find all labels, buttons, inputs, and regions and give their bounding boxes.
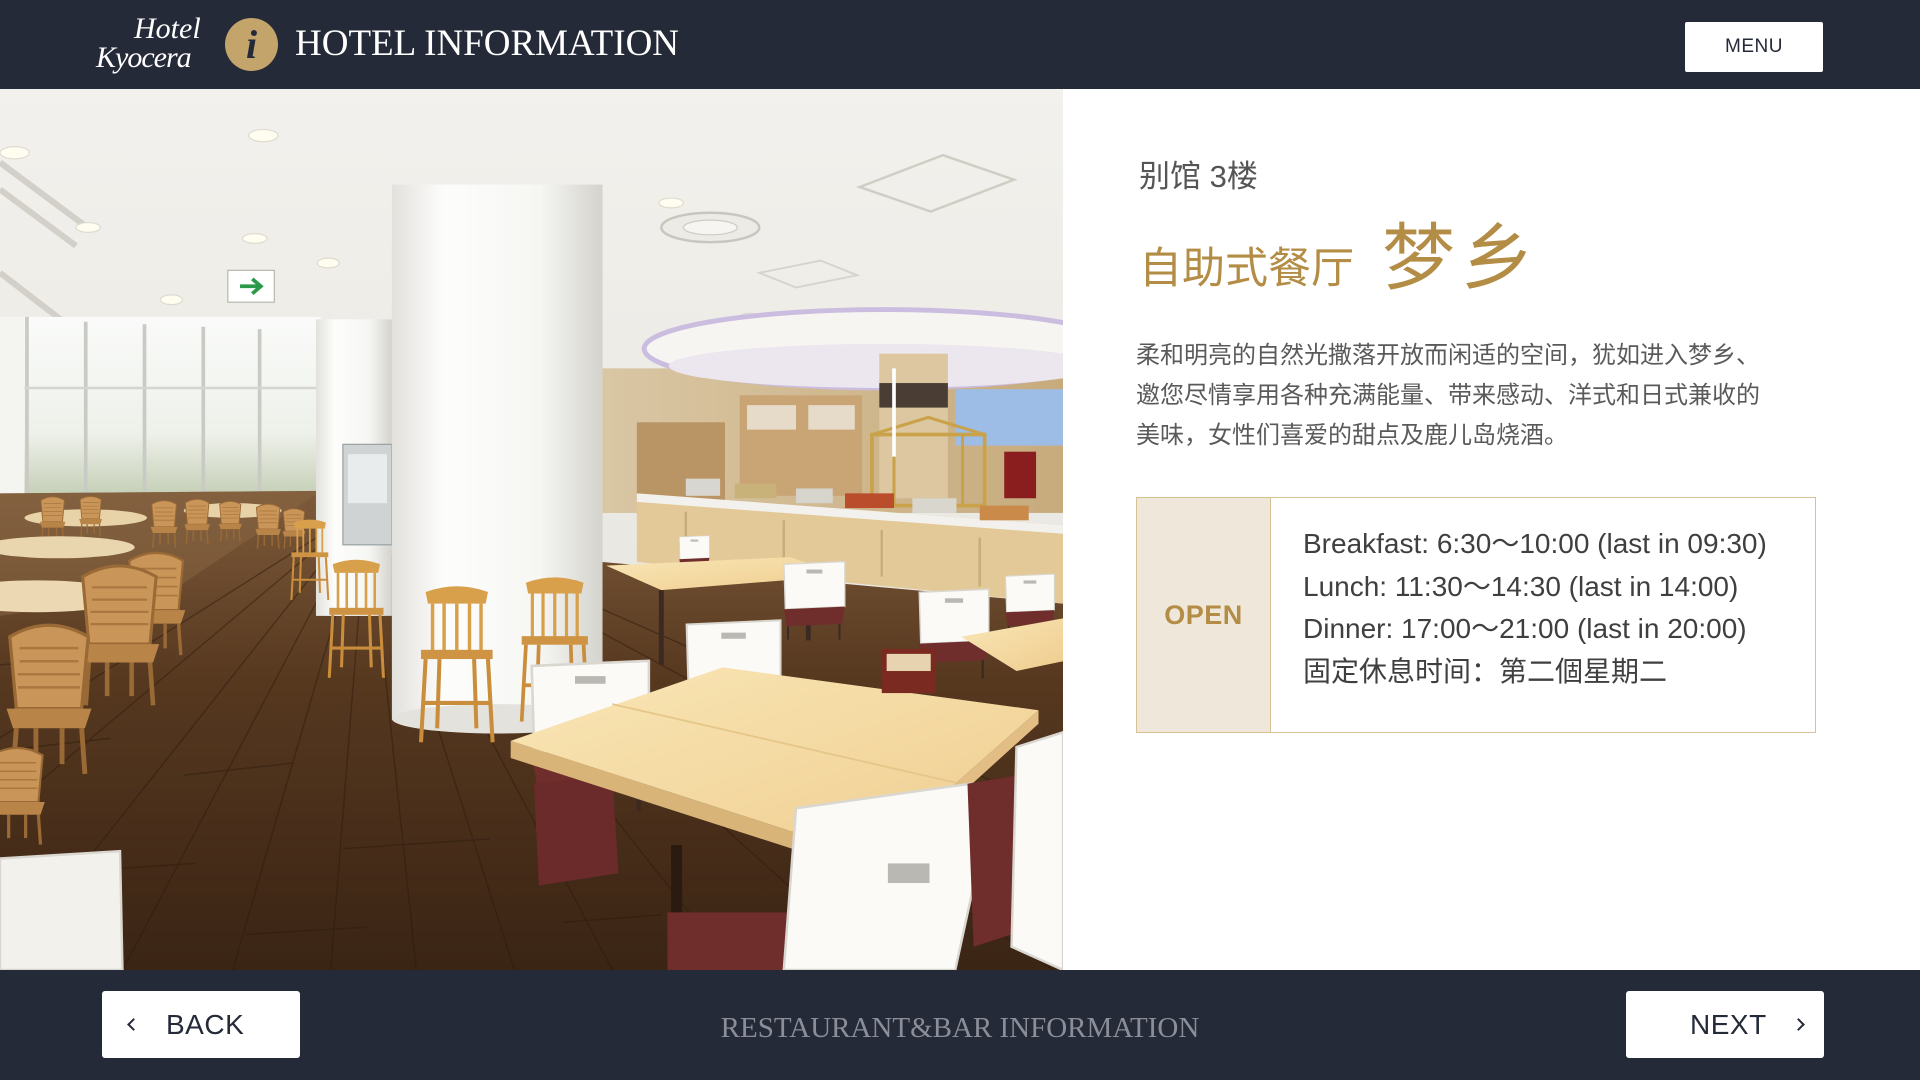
next-button[interactable]: NEXT <box>1626 991 1824 1058</box>
description-line: 柔和明亮的自然光撒落开放而闲适的空间，犹如进入梦乡、 <box>1136 342 1760 369</box>
description-line: 美味，女性们喜爱的甜点及鹿儿岛烧酒。 <box>1136 422 1568 449</box>
hours-lunch: Lunch: 11:30～14:30 (last in 14:00) <box>1303 570 1739 602</box>
page-title: HOTEL INFORMATION <box>295 23 680 64</box>
header-bar: Hotel Kyocera HOTEL INFORMATION MENU <box>0 0 1920 89</box>
hotel-logo[interactable]: Hotel Kyocera <box>96 12 214 78</box>
hours-dinner: Dinner: 17:00～21:00 (last in 20:00) <box>1303 613 1747 644</box>
restaurant-name: 梦乡 <box>1382 218 1540 299</box>
buffet-back <box>602 307 1063 513</box>
logo-line-1: Hotel <box>134 12 201 45</box>
restaurant-heading: 自助式餐厅 梦乡 <box>1139 214 1540 315</box>
restaurant-photo <box>0 89 1063 970</box>
menu-button[interactable]: MENU <box>1685 22 1823 72</box>
open-label: OPEN <box>1164 600 1243 630</box>
opening-hours-box: OPEN Breakfast: 6:30～10:00 (last in 09:3… <box>1136 497 1816 733</box>
closed-day: 固定休息时间：第二個星期二 <box>1303 655 1668 687</box>
restaurant-category: 自助式餐厅 <box>1139 246 1354 293</box>
description-line: 邀您尽情享用各种充满能量、带来感动、洋式和日式兼收的 <box>1136 382 1760 409</box>
next-label: NEXT <box>1690 1009 1767 1040</box>
restaurant-description: 柔和明亮的自然光撒落开放而闲适的空间，犹如进入梦乡、 邀您尽情享用各种充满能量、… <box>1136 336 1836 456</box>
hours-breakfast: Breakfast: 6:30～10:00 (last in 09:30) <box>1303 528 1767 559</box>
location-label: 别馆 3楼 <box>1139 159 1258 194</box>
chevron-right-icon <box>1792 1018 1805 1031</box>
logo-line-2: Kyocera <box>96 41 192 74</box>
exit-sign <box>227 269 275 303</box>
hours-list: Breakfast: 6:30～10:00 (last in 09:30) Lu… <box>1303 523 1767 693</box>
footer-bar: BACK RESTAURANT&BAR INFORMATION NEXT <box>0 970 1920 1080</box>
open-label-cell: OPEN <box>1137 498 1271 732</box>
info-icon <box>225 18 278 71</box>
